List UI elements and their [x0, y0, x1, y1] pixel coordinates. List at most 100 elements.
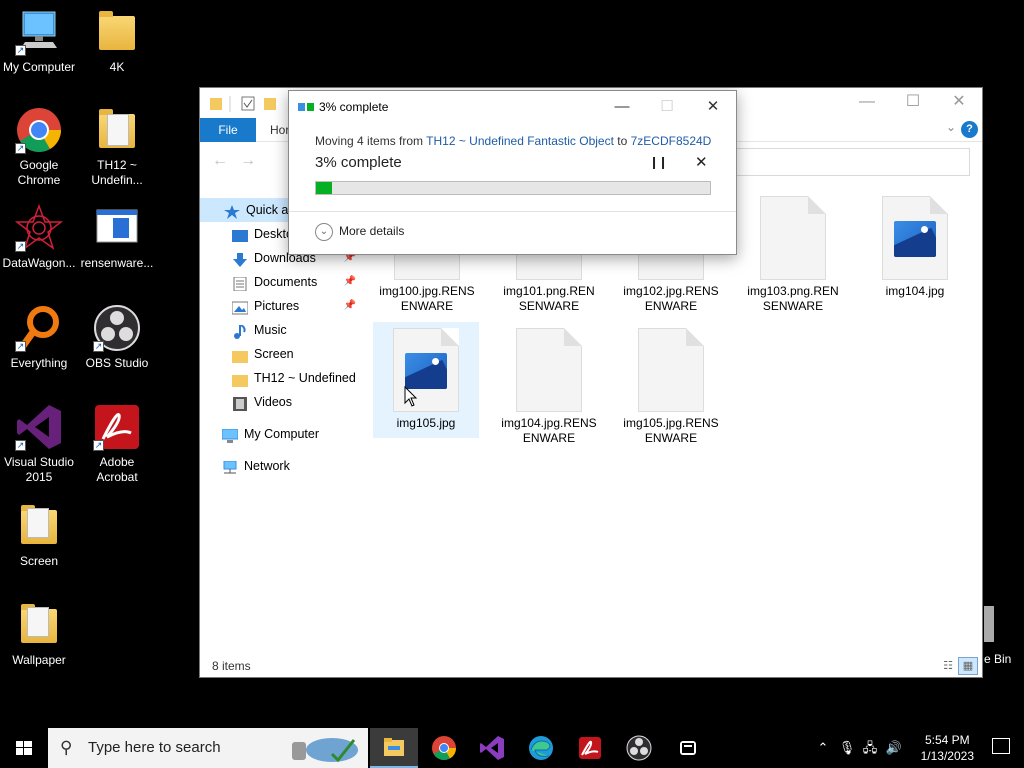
chevron-down-icon[interactable]: ⌄: [946, 120, 956, 134]
desktop-icon-label: Visual Studio 2015: [4, 455, 74, 484]
taskbar-visual-studio[interactable]: [468, 728, 516, 768]
tab-file[interactable]: File: [200, 118, 256, 142]
file-item[interactable]: img104.jpg: [863, 196, 967, 299]
maximize-button[interactable]: ☐: [890, 88, 936, 118]
pin-icon: 📌: [343, 300, 356, 311]
desktop-icon-screen[interactable]: Screen: [0, 502, 78, 569]
desktop-icon-chrome[interactable]: ↗ Google Chrome: [0, 106, 78, 188]
desktop-icon-label: My Computer: [2, 60, 76, 74]
recycle-bin-icon[interactable]: [984, 606, 994, 642]
volume-icon[interactable]: 🔊: [884, 728, 904, 768]
desktop-icon-my-computer[interactable]: ↗ My Computer: [0, 8, 78, 75]
close-button[interactable]: ✕: [936, 88, 982, 118]
file-name-line: img104.jpg: [885, 284, 945, 298]
file-name-line: ENWARE: [644, 299, 698, 313]
desktop-icon-4k[interactable]: 4K: [78, 8, 156, 75]
folder-icon: [232, 371, 248, 387]
notification-icon[interactable]: [992, 738, 1010, 754]
file-name-line: ENWARE: [522, 431, 576, 445]
taskbar-search-box[interactable]: ⚲ Type here to search: [48, 728, 368, 768]
source-folder-link[interactable]: TH12 ~ Undefined Fantastic Object: [426, 134, 614, 148]
computer-icon: ↗: [15, 8, 63, 56]
desktop-icon-rensenware[interactable]: rensenware...: [78, 204, 156, 271]
file-name-line: img105.jpg.RENS: [623, 416, 719, 430]
taskbar-pluto-tv[interactable]: [664, 728, 712, 768]
nav-my-computer[interactable]: My Computer: [222, 422, 360, 446]
taskbar-obs[interactable]: [615, 728, 663, 768]
desktop-icon-obs[interactable]: ↗ OBS Studio: [78, 304, 156, 371]
desktop-icon-datawagon[interactable]: ↗ DataWagon...: [0, 203, 78, 271]
nav-item-videos[interactable]: Videos: [232, 390, 356, 414]
tab-home[interactable]: Hor: [270, 118, 289, 142]
desktop-icon-wallpaper[interactable]: Wallpaper: [0, 601, 78, 668]
file-name-line: ENWARE: [400, 299, 454, 313]
file-item[interactable]: img104.jpg.RENS ENWARE: [497, 328, 601, 446]
folder-icon: [15, 601, 63, 649]
search-highlight-icon: [292, 738, 358, 763]
file-item[interactable]: img105.jpg.RENS ENWARE: [619, 328, 723, 446]
taskbar-edge[interactable]: [517, 728, 565, 768]
dialog-minimize-button[interactable]: —: [607, 95, 637, 119]
folder-icon: [15, 502, 63, 550]
acrobat-icon: [579, 737, 601, 759]
pause-icon[interactable]: ❙❙: [649, 155, 668, 169]
large-icons-view-icon[interactable]: ▦: [958, 657, 978, 675]
desktop-icon-label: rensenware...: [80, 256, 154, 270]
edge-icon: [529, 736, 553, 760]
minimize-button[interactable]: —: [844, 88, 890, 118]
file-item[interactable]: img103.png.REN SENWARE: [741, 196, 845, 314]
details-view-icon[interactable]: ☷: [938, 657, 958, 675]
nav-label: Network: [244, 459, 290, 473]
back-arrow-icon[interactable]: ←: [212, 152, 228, 170]
nav-item-music[interactable]: Music: [232, 318, 356, 342]
recycle-bin-label: e Bin: [984, 652, 1012, 666]
folder-icon: [93, 8, 141, 56]
file-blank-icon: [638, 328, 704, 412]
microphone-icon[interactable]: 🎙: [838, 728, 856, 768]
show-hidden-icons-chevron[interactable]: ⌃: [814, 728, 832, 768]
desktop-icon-label: OBS Studio: [85, 356, 149, 370]
cancel-icon[interactable]: ✕: [695, 153, 708, 171]
nav-item-pictures[interactable]: Pictures 📌: [232, 294, 356, 318]
search-input[interactable]: n: [720, 148, 970, 176]
file-name-line: img104.jpg.RENS: [501, 416, 597, 430]
start-button[interactable]: [0, 728, 48, 768]
desktop-icon-label: TH12 ~ Undefin...: [91, 158, 143, 187]
desktop-icon-th12[interactable]: TH12 ~ Undefin...: [78, 106, 156, 188]
chrome-icon: [432, 736, 456, 761]
document-icon: [232, 275, 248, 292]
destination-folder-link[interactable]: 7zECDF8524D: [631, 134, 712, 148]
file-blank-icon: [516, 328, 582, 412]
file-name-line: ENWARE: [644, 431, 698, 445]
network-status-icon[interactable]: 🖧: [860, 728, 880, 768]
desktop-icon-acrobat[interactable]: ↗ Adobe Acrobat: [78, 403, 156, 485]
taskbar-file-explorer[interactable]: [370, 728, 418, 768]
nav-label: Screen: [254, 347, 294, 361]
clock-date: 1/13/2023: [920, 749, 974, 763]
taskbar-clock[interactable]: 5:54 PM 1/13/2023: [921, 732, 974, 764]
nav-item-th12[interactable]: TH12 ~ Undefined F: [232, 366, 356, 390]
pictures-icon: [232, 299, 249, 315]
pin-icon: 📌: [343, 276, 356, 287]
status-item-count: 8 items: [212, 659, 251, 673]
file-explorer-icon: [384, 738, 404, 756]
nav-item-screen[interactable]: Screen: [232, 342, 356, 366]
dialog-close-button[interactable]: ✕: [698, 95, 728, 119]
image-file-icon: [882, 196, 948, 280]
view-toggle: ☷ ▦: [938, 657, 978, 675]
star-icon: [224, 203, 240, 219]
more-details-toggle[interactable]: ⌄ More details: [315, 223, 404, 241]
desktop-icon-visual-studio[interactable]: ↗ Visual Studio 2015: [0, 403, 78, 485]
nav-network[interactable]: Network: [222, 454, 360, 478]
computer-icon: [222, 427, 239, 443]
taskbar-chrome[interactable]: [420, 728, 468, 768]
taskbar: ⚲ Type here to search ⌃ 🎙 🖧 🔊 5:54 PM 1/…: [0, 728, 1024, 768]
desktop-icon-everything[interactable]: ↗ Everything: [0, 304, 78, 371]
desktop-icon-label: Adobe Acrobat: [96, 455, 138, 484]
nav-item-documents[interactable]: Documents 📌: [232, 270, 356, 294]
desktop-icon-label: DataWagon...: [2, 256, 76, 270]
file-item-selected[interactable]: img105.jpg: [373, 322, 479, 438]
help-icon[interactable]: ?: [961, 121, 978, 138]
forward-arrow-icon[interactable]: →: [240, 152, 256, 170]
taskbar-acrobat[interactable]: [566, 728, 614, 768]
